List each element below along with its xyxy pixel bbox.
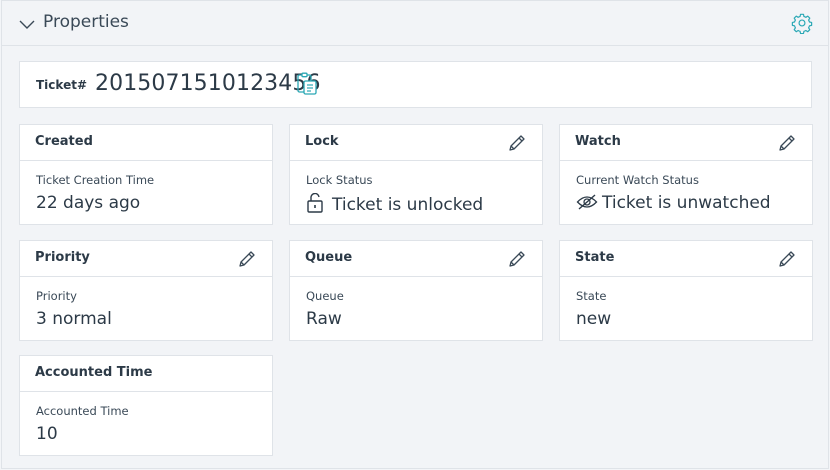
ticket-label: Ticket# — [36, 78, 87, 92]
state-card: State State new — [559, 240, 813, 341]
card-title: State — [575, 250, 615, 265]
card-title: Queue — [305, 250, 353, 265]
field-label: Priority — [36, 289, 77, 303]
ticket-number: 2015071510123456 — [95, 71, 321, 96]
field-label: Current Watch Status — [576, 173, 699, 187]
ticket-number-box: Ticket# 2015071510123456 — [19, 61, 812, 108]
pencil-icon[interactable] — [776, 248, 798, 270]
card-title: Watch — [575, 134, 621, 149]
queue-value: Raw — [306, 309, 342, 329]
chevron-down-icon[interactable] — [18, 15, 36, 33]
lock-status-text: Ticket is unlocked — [332, 195, 484, 215]
watch-card: Watch Current Watch Status Ticket is unw… — [559, 124, 813, 225]
field-label: Queue — [306, 289, 344, 303]
pencil-icon[interactable] — [506, 132, 528, 154]
pencil-icon[interactable] — [506, 248, 528, 270]
card-title: Priority — [35, 250, 90, 265]
state-value: new — [576, 309, 612, 329]
created-value: 22 days ago — [36, 193, 141, 213]
watch-value: Ticket is unwatched — [576, 193, 771, 216]
pencil-icon[interactable] — [236, 248, 258, 270]
card-title: Created — [35, 134, 93, 149]
lock-value: Ticket is unlocked — [306, 192, 484, 218]
queue-card: Queue Queue Raw — [289, 240, 543, 341]
priority-value: 3 normal — [36, 309, 112, 329]
priority-card: Priority Priority 3 normal — [19, 240, 273, 341]
eye-slash-icon — [576, 193, 598, 216]
pencil-icon[interactable] — [776, 132, 798, 154]
field-label: Accounted Time — [36, 404, 129, 418]
unlock-icon — [306, 192, 328, 218]
lock-card: Lock Lock Status Ticket is unlocked — [289, 124, 543, 225]
accounted-time-card: Accounted Time Accounted Time 10 — [19, 355, 273, 456]
card-title: Lock — [305, 134, 339, 149]
card-title: Accounted Time — [35, 365, 153, 380]
properties-panel: Properties Ticket# 2015071510123456 Crea… — [1, 0, 829, 469]
panel-title: Properties — [43, 12, 129, 32]
panel-header: Properties — [2, 1, 828, 46]
field-label: State — [576, 289, 607, 303]
watch-status-text: Ticket is unwatched — [602, 193, 771, 213]
gear-icon[interactable] — [791, 12, 813, 35]
field-label: Lock Status — [306, 173, 373, 187]
field-label: Ticket Creation Time — [36, 173, 155, 187]
accounted-time-value: 10 — [36, 424, 58, 444]
clipboard-icon[interactable] — [296, 72, 318, 96]
created-card: Created Ticket Creation Time 22 days ago — [19, 124, 273, 225]
